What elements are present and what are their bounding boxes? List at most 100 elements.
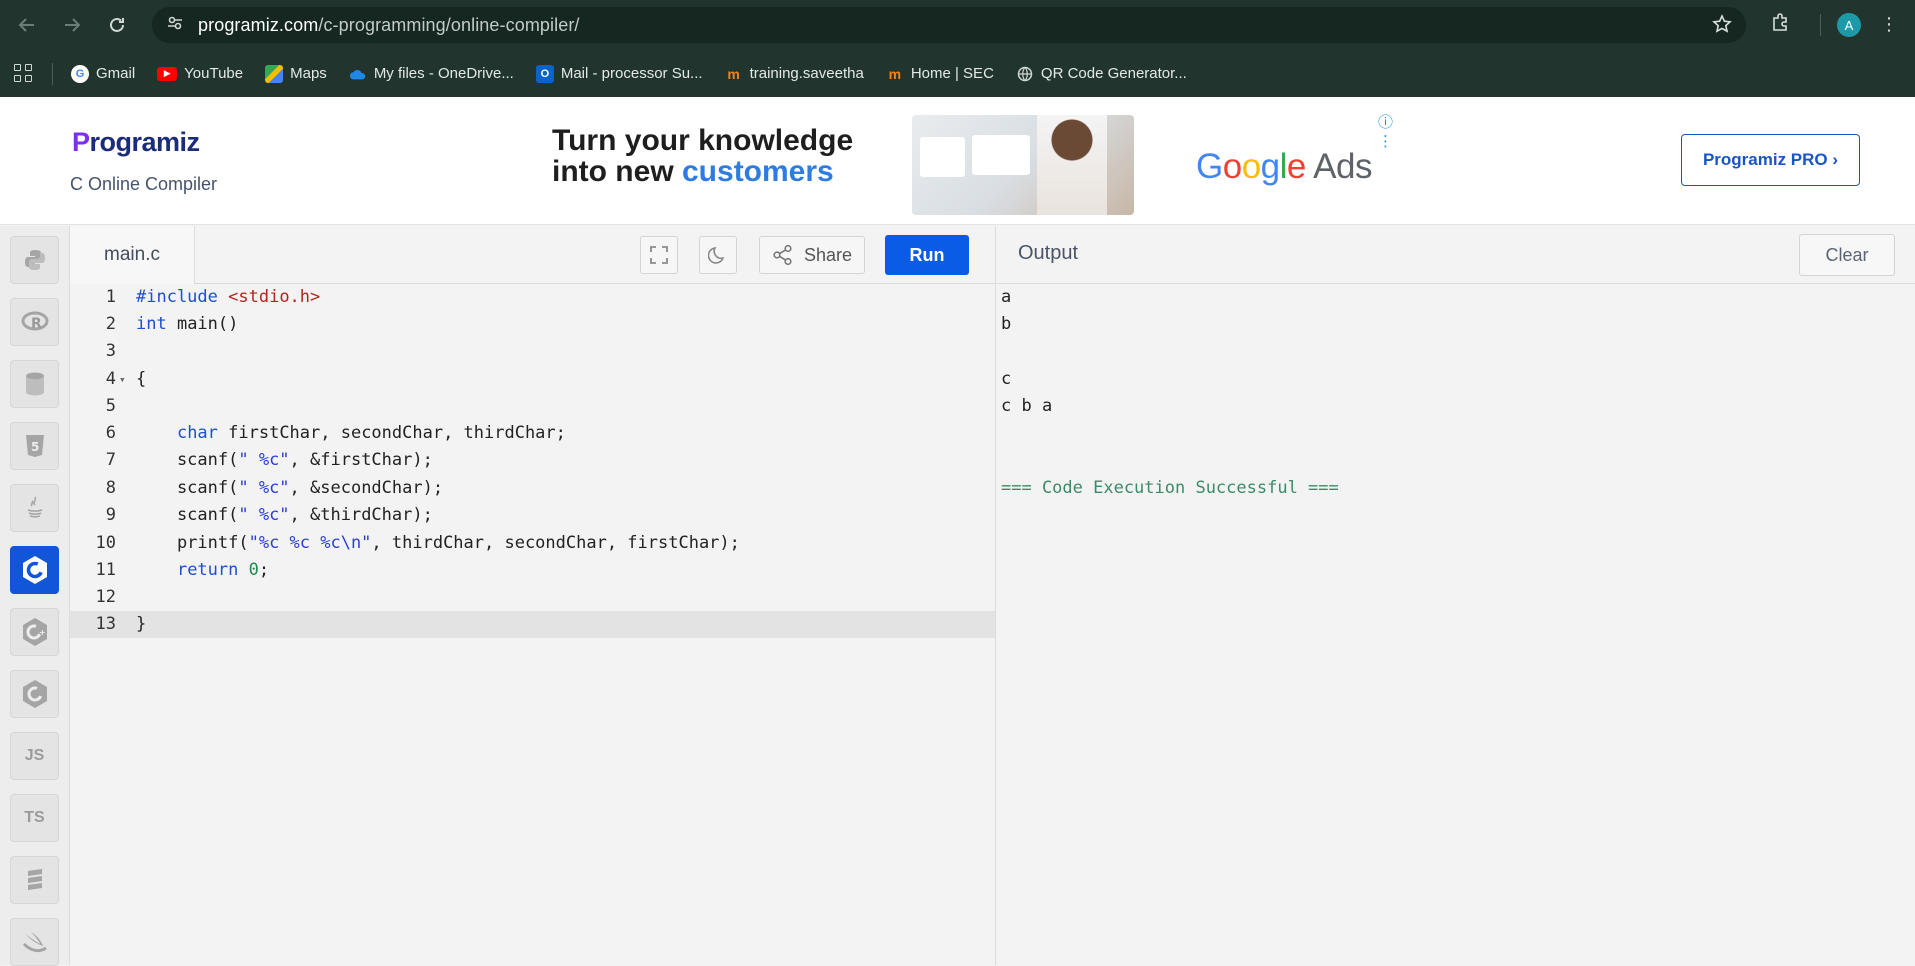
dark-mode-icon[interactable]	[699, 236, 737, 274]
line-number: 13	[95, 614, 116, 634]
bookmark-label: Gmail	[96, 65, 136, 82]
code-text: int main()	[136, 314, 239, 334]
line-number: 7	[105, 450, 116, 470]
profile-avatar[interactable]: A	[1837, 13, 1861, 37]
code-line: 12	[70, 584, 995, 611]
svg-text:R: R	[31, 316, 42, 332]
browser-menu-icon[interactable]: ⋮	[1880, 14, 1898, 35]
programiz-pro-button[interactable]: Programiz PRO ›	[1681, 134, 1860, 186]
editor-toolbar: main.c Share Run	[70, 226, 995, 284]
bookmark-gmail[interactable]: G Gmail	[71, 64, 136, 83]
ad-headline: Turn your knowledge into new customers	[552, 124, 854, 188]
apps-grid-icon[interactable]	[14, 63, 34, 84]
fold-arrow-icon[interactable]: ▾	[119, 366, 126, 393]
code-text: return 0;	[176, 560, 270, 580]
code-line-active: 13 }	[70, 611, 995, 638]
outlook-icon: O	[535, 64, 554, 83]
code-text: printf("%c %c %c\n", thirdChar, secondCh…	[136, 533, 740, 553]
output-header: Output Clear	[995, 226, 1915, 284]
moodle-icon: m	[727, 65, 740, 82]
code-line: 11 return 0;	[70, 557, 995, 584]
bookmark-label: Home | SEC	[910, 65, 994, 82]
globe-icon	[1016, 65, 1034, 83]
site-info-icon[interactable]	[166, 14, 184, 37]
code-text: scanf(" %c", &firstChar);	[136, 450, 433, 470]
ts-label: TS	[24, 809, 45, 826]
line-number: 4	[105, 369, 116, 389]
google-ads-logo: Google Ads	[1196, 147, 1373, 186]
swift-icon[interactable]	[10, 918, 59, 966]
java-icon[interactable]	[10, 484, 59, 532]
bookmark-label: Maps	[290, 65, 327, 82]
share-icon	[773, 244, 792, 266]
reload-button[interactable]	[99, 7, 135, 43]
youtube-icon: ▶	[157, 66, 178, 81]
svg-text:+: +	[39, 628, 46, 637]
run-button[interactable]: Run	[885, 235, 969, 275]
bookmark-label: YouTube	[184, 65, 244, 82]
output-line: c	[1001, 369, 1012, 389]
execution-status: === Code Execution Successful ===	[1001, 478, 1339, 498]
js-icon[interactable]: JS	[10, 732, 59, 780]
bookmark-training[interactable]: m training.saveetha	[725, 65, 863, 83]
bookmark-home-sec[interactable]: m Home | SEC	[886, 65, 994, 83]
output-console[interactable]: a b c c b a === Code Execution Successfu…	[995, 284, 1915, 965]
html-icon[interactable]: 5	[10, 422, 59, 470]
bookmark-onedrive[interactable]: My files - OneDrive...	[349, 65, 514, 83]
extensions-icon[interactable]	[1770, 12, 1792, 39]
back-button[interactable]	[9, 7, 45, 43]
output-line: c b a	[1001, 396, 1053, 416]
code-text: {	[136, 369, 147, 389]
ad-info-icon[interactable]: ⓘ ⋮	[1378, 111, 1400, 150]
bookmark-qr-generator[interactable]: QR Code Generator...	[1016, 65, 1187, 83]
line-number: 3	[105, 341, 116, 361]
code-line: 7 scanf(" %c", &firstChar);	[70, 447, 995, 474]
share-button[interactable]: Share	[759, 236, 865, 274]
ad-image	[912, 115, 1134, 215]
cpp-icon[interactable]: +	[10, 608, 59, 656]
output-title: Output	[1018, 242, 1079, 264]
clear-button[interactable]: Clear	[1799, 234, 1895, 276]
url-text: programiz.com/c-programming/online-compi…	[198, 14, 580, 35]
bookmark-star-icon[interactable]	[1712, 14, 1732, 40]
ad-banner[interactable]: Turn your knowledge into new customers G…	[540, 109, 1400, 217]
r-icon[interactable]: R	[10, 298, 59, 346]
python-icon[interactable]	[10, 236, 59, 284]
code-line: 1 #include <stdio.h>	[70, 284, 995, 311]
bookmark-outlook[interactable]: O Mail - processor Su...	[535, 64, 703, 83]
bookmark-maps[interactable]: Maps	[265, 64, 327, 83]
sql-icon[interactable]	[10, 360, 59, 408]
go-icon[interactable]	[10, 856, 59, 904]
c-icon[interactable]	[10, 546, 59, 594]
bookmark-youtube[interactable]: ▶ YouTube	[157, 65, 243, 82]
code-line: 4 ▾ {	[70, 366, 995, 393]
code-text: #include <stdio.h>	[136, 287, 321, 307]
bookmark-label: My files - OneDrive...	[373, 65, 514, 82]
code-text: scanf(" %c", &secondChar);	[136, 478, 444, 498]
code-line: 3	[70, 338, 995, 365]
forward-button[interactable]	[54, 7, 90, 43]
output-line: b	[1001, 314, 1012, 334]
js-label: JS	[24, 747, 45, 764]
line-number: 9	[105, 505, 116, 525]
browser-toolbar: programiz.com/c-programming/online-compi…	[0, 0, 1915, 50]
programiz-logo[interactable]: Programiz	[72, 127, 200, 158]
maps-icon	[265, 64, 284, 83]
line-number: 1	[105, 287, 116, 307]
bookmark-label: Mail - processor Su...	[560, 65, 703, 82]
ts-icon[interactable]: TS	[10, 794, 59, 842]
csharp-icon[interactable]	[10, 670, 59, 718]
code-text: scanf(" %c", &thirdChar);	[136, 505, 433, 525]
svg-text:5: 5	[31, 440, 39, 454]
code-line: 5	[70, 393, 995, 420]
toolbar-divider	[1820, 14, 1821, 36]
file-tab-main-c[interactable]: main.c	[70, 226, 195, 284]
line-number: 10	[95, 533, 116, 553]
code-editor[interactable]: 1 #include <stdio.h> 2 int main() 3 4 ▾ …	[70, 284, 995, 965]
line-number: 5	[105, 396, 116, 416]
fullscreen-icon[interactable]	[640, 236, 678, 274]
page-subtitle: C Online Compiler	[70, 174, 218, 194]
line-number: 6	[105, 423, 116, 443]
address-bar[interactable]: programiz.com/c-programming/online-compi…	[152, 7, 1746, 43]
code-line: 8 scanf(" %c", &secondChar);	[70, 475, 995, 502]
